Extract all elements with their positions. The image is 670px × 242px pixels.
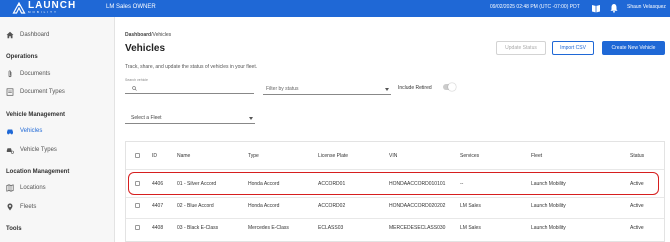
cell-license-plate: ECLASS03 (318, 225, 344, 231)
breadcrumb: Dashboard/Vehicles (125, 32, 171, 38)
row-highlight-annotation (128, 172, 659, 195)
sidebar-item-label: Locations (20, 185, 46, 191)
sidebar-item-vehicles[interactable]: Vehicles (6, 127, 42, 135)
column-header-id[interactable]: ID (152, 153, 157, 159)
import-csv-button[interactable]: Import CSV (552, 41, 594, 55)
main-content: Dashboard/Vehicles Vehicles Update Statu… (115, 17, 670, 242)
organization-name[interactable]: LM Sales OWNER (106, 4, 156, 10)
app-logo[interactable]: LAUNCH MOBILITY (12, 1, 76, 14)
include-retired-toggle[interactable] (443, 83, 456, 91)
sidebar-heading-vehicle-management: Vehicle Management (6, 112, 66, 118)
cell-id: 4408 (152, 225, 164, 231)
chevron-down-icon (249, 117, 253, 120)
sidebar-item-dashboard[interactable]: Dashboard (6, 31, 49, 39)
document-icon (6, 88, 14, 96)
breadcrumb-root[interactable]: Dashboard (125, 32, 151, 38)
sidebar-item-label: Fleets (20, 204, 37, 210)
column-header-license-plate[interactable]: License Plate (318, 153, 348, 159)
book-icon[interactable] (591, 3, 601, 13)
sidebar-heading-location-management: Location Management (6, 169, 70, 175)
sidebar-heading-operations: Operations (6, 54, 38, 60)
column-header-vin[interactable]: VIN (389, 153, 397, 159)
cell-license-plate: ACCORD02 (318, 203, 346, 209)
sidebar-item-label: Vehicle Types (20, 147, 57, 153)
sidebar-item-label: Dashboard (20, 32, 50, 38)
map-icon (6, 184, 14, 192)
row-divider (126, 197, 664, 198)
column-header-type[interactable]: Type (248, 153, 259, 159)
cell-services: LM Sales (460, 203, 481, 209)
cell-status: Active (630, 225, 644, 231)
cell-services: LM Sales (460, 225, 481, 231)
cell-type: Honda Accord (248, 203, 280, 209)
cell-name: 02 - Blue Accord (177, 203, 214, 209)
fleet-select-placeholder: Select a Fleet (131, 115, 162, 121)
search-input[interactable] (125, 93, 254, 94)
page-title: Vehicles (125, 43, 166, 54)
logo-subtext: MOBILITY (28, 10, 59, 14)
select-all-checkbox[interactable] (135, 153, 140, 158)
page-subtitle: Track, share, and update the status of v… (125, 64, 258, 70)
cell-name: 03 - Black E-Class (177, 225, 219, 231)
toggle-knob (448, 83, 456, 91)
include-retired-label: Include Retired (398, 85, 432, 91)
row-divider (126, 218, 664, 219)
sidebar-heading-tools: Tools (6, 226, 22, 232)
cell-vin: HONDAACCORD020202 (389, 203, 446, 209)
car-icon (7, 129, 13, 135)
cell-fleet: Launch Mobility (531, 225, 566, 231)
user-name[interactable]: Shaun Velasquez (627, 4, 666, 10)
sidebar-item-documents[interactable]: Documents (6, 70, 50, 78)
column-header-fleet[interactable]: Fleet (531, 153, 542, 159)
column-header-status[interactable]: Status (630, 153, 644, 159)
car-cog-icon (6, 148, 14, 154)
search-label: Search vehicle (125, 78, 148, 82)
vehicles-table: ID Name Type License Plate VIN Services … (125, 141, 665, 242)
create-new-vehicle-button[interactable]: Create New Vehicle (602, 41, 665, 55)
launch-logo-icon (12, 1, 26, 14)
cell-fleet: Launch Mobility (531, 203, 566, 209)
chevron-down-icon (385, 88, 389, 91)
sidebar-item-document-types[interactable]: Document Types (6, 88, 65, 96)
sidebar-item-fleets[interactable]: Fleets (6, 203, 36, 211)
top-bar: LAUNCH MOBILITY LM Sales OWNER 09/02/202… (0, 0, 670, 17)
paperclip-icon (8, 70, 12, 78)
sidebar-item-label: Vehicles (20, 128, 43, 134)
breadcrumb-current: Vehicles (152, 32, 172, 38)
cell-id: 4407 (152, 203, 164, 209)
sidebar: Dashboard Operations Documents Document … (0, 17, 115, 242)
column-header-name[interactable]: Name (177, 153, 190, 159)
search-icon (132, 86, 137, 91)
row-checkbox[interactable] (135, 203, 140, 208)
cell-vin: MERCEDESECLASS030 (389, 225, 446, 231)
sidebar-item-label: Documents (20, 71, 51, 77)
status-filter-placeholder: Filter by status (266, 86, 299, 92)
sidebar-item-label: Document Types (20, 89, 65, 95)
column-header-services[interactable]: Services (460, 153, 479, 159)
row-checkbox[interactable] (135, 225, 140, 230)
bell-icon[interactable] (609, 3, 619, 13)
sidebar-item-locations[interactable]: Locations (6, 184, 46, 192)
fleet-select[interactable]: Select a Fleet (125, 115, 255, 124)
cell-type: Mercedes E-Class (248, 225, 289, 231)
home-icon (6, 31, 14, 39)
update-status-button[interactable]: Update Status (496, 41, 546, 55)
header-divider (126, 169, 664, 170)
sidebar-item-vehicle-types[interactable]: Vehicle Types (6, 146, 57, 154)
pin-icon (7, 203, 13, 211)
current-datetime: 09/02/2025 02:48 PM (UTC -07:00) PDT (490, 4, 580, 10)
cell-status: Active (630, 203, 644, 209)
status-filter-select[interactable]: Filter by status (263, 86, 391, 95)
